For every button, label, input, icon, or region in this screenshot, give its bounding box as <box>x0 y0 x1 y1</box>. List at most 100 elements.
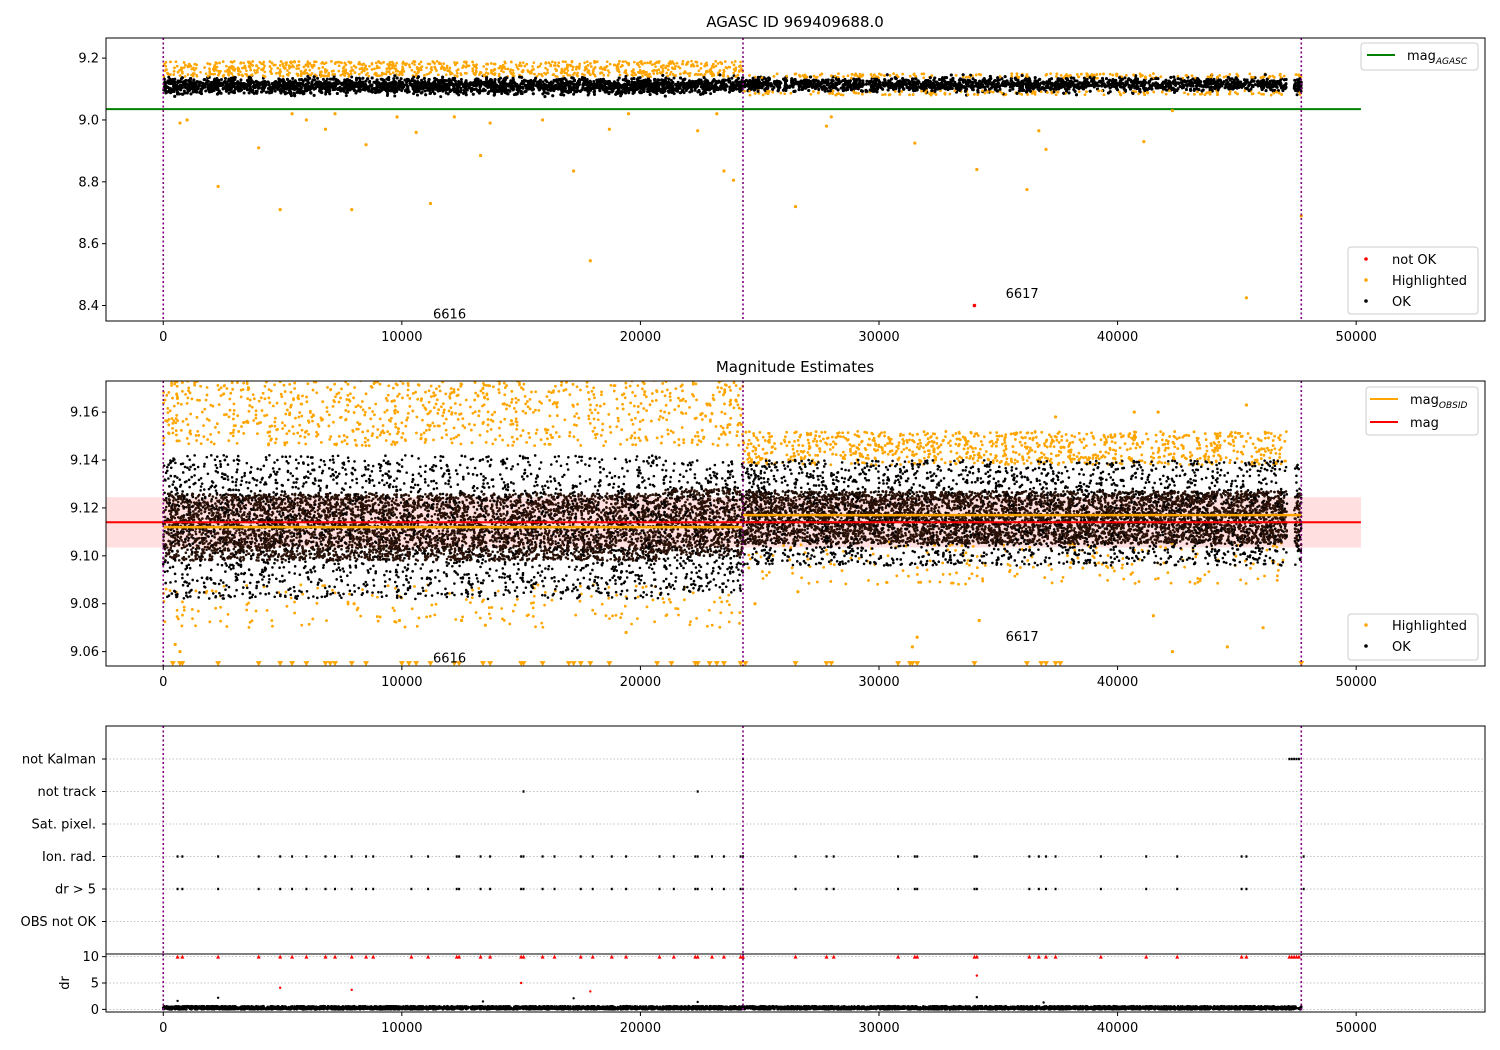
highlighted-point <box>738 69 741 72</box>
highlighted-point <box>668 62 672 65</box>
highlighted-point <box>281 75 285 78</box>
highlighted-point <box>511 74 515 78</box>
highlighted-point <box>718 69 722 72</box>
ok-point <box>718 73 722 77</box>
highlighted-point <box>471 69 475 73</box>
ok-point <box>736 76 740 80</box>
highlighted-point <box>408 65 412 69</box>
highlighted-point <box>654 65 657 68</box>
highlighted-point <box>638 68 642 72</box>
ok-point <box>412 75 416 79</box>
ok-point <box>647 90 651 94</box>
ok-point <box>515 92 519 96</box>
ok-point <box>312 93 316 97</box>
ok-point <box>624 74 628 78</box>
ok-point <box>570 80 574 84</box>
highlighted-point <box>455 75 459 78</box>
highlighted-point <box>493 62 497 66</box>
highlighted-point <box>732 71 735 75</box>
highlighted-point <box>612 63 616 67</box>
ok-point <box>306 80 310 84</box>
ok-point <box>416 75 420 79</box>
ok-point <box>384 89 388 93</box>
highlighted-point <box>688 74 691 78</box>
highlighted-point <box>190 67 194 71</box>
ok-point <box>247 91 251 95</box>
ok-point <box>423 89 427 93</box>
ok-point <box>412 92 416 96</box>
highlighted-point <box>551 60 554 64</box>
ok-point <box>331 77 335 81</box>
highlighted-point <box>490 62 493 65</box>
ok-point <box>602 88 606 92</box>
highlighted-point <box>261 74 265 78</box>
ok-point <box>358 89 362 93</box>
ok-point <box>242 91 246 95</box>
highlighted-point <box>453 61 456 64</box>
ok-point <box>727 77 731 81</box>
highlighted-point <box>716 62 720 65</box>
highlighted-point <box>320 62 323 65</box>
ok-point <box>397 79 401 83</box>
highlighted-point <box>260 68 263 71</box>
highlighted-point <box>419 68 423 72</box>
ok-point <box>629 85 633 89</box>
highlighted-point <box>479 71 483 74</box>
highlighted-point <box>242 61 245 65</box>
highlighted-point <box>519 64 523 68</box>
highlighted-point <box>362 62 366 66</box>
ok-point <box>518 75 522 79</box>
ok-point <box>679 91 683 95</box>
ok-point <box>538 79 542 83</box>
highlighted-point <box>547 61 551 65</box>
ok-point <box>591 82 595 86</box>
highlighted-point <box>397 73 401 77</box>
ok-point <box>288 88 292 92</box>
highlighted-point <box>168 73 172 77</box>
highlighted-point <box>212 72 215 76</box>
highlighted-point <box>599 66 602 70</box>
highlighted-point <box>493 72 497 75</box>
ok-point <box>399 77 403 81</box>
ok-point <box>345 88 349 92</box>
ok-point <box>302 92 306 96</box>
highlighted-point <box>269 69 272 73</box>
highlighted-point <box>413 70 416 74</box>
ok-point <box>580 76 584 80</box>
highlighted-point <box>638 71 641 74</box>
highlighted-point <box>664 66 667 69</box>
highlighted-point <box>191 74 195 78</box>
highlighted-point <box>255 64 258 67</box>
ok-point <box>214 80 218 84</box>
ok-point <box>275 81 279 85</box>
highlighted-point <box>570 60 574 63</box>
highlighted-point <box>697 69 701 73</box>
highlighted-point <box>297 67 300 70</box>
ok-point <box>306 75 310 79</box>
ok-point <box>406 78 410 82</box>
highlighted-point <box>571 68 574 72</box>
ok-point <box>630 80 634 84</box>
highlighted-point <box>382 60 385 64</box>
ok-point <box>433 80 437 84</box>
highlighted-point <box>230 64 234 68</box>
highlighted-point <box>195 74 199 77</box>
ok-point <box>642 90 646 94</box>
ok-point <box>459 78 463 82</box>
highlighted-point <box>665 71 668 75</box>
highlighted-point <box>262 66 266 70</box>
highlighted-point <box>404 63 408 67</box>
highlighted-point <box>330 60 333 63</box>
highlighted-point <box>574 68 578 71</box>
ok-point <box>235 85 239 89</box>
highlighted-point <box>455 61 459 65</box>
ok-point <box>225 80 229 84</box>
highlighted-point <box>586 64 590 67</box>
ok-point <box>626 89 630 93</box>
ok-point <box>556 87 560 91</box>
highlighted-point <box>413 63 416 66</box>
ok-point <box>459 88 463 92</box>
ok-point <box>689 87 693 91</box>
highlighted-point <box>449 72 452 76</box>
highlighted-point <box>738 65 741 68</box>
